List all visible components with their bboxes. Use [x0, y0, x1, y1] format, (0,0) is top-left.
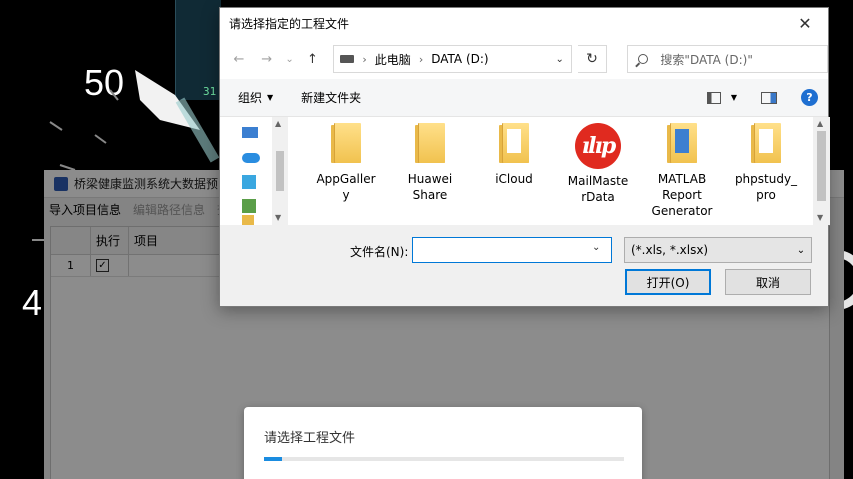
up-arrow-icon[interactable]: ↑ [302, 48, 324, 70]
mailmaster-logo-icon: ılıp [575, 123, 621, 169]
filename-label: 文件名(N): [350, 245, 409, 259]
dialog-footer: 文件名(N): ⌄ (*.xls, *.xlsx) ⌄ 打开(O) 取消 [220, 225, 830, 308]
cube-icon[interactable] [242, 175, 256, 189]
file-name: Huawei Share [407, 172, 453, 202]
folder-icon[interactable] [242, 215, 254, 225]
progress-fill [264, 457, 282, 461]
dialog-body: ▲ ▼ AppGallery Huawei Share iCloud ılıp … [220, 117, 830, 225]
list-item[interactable]: ılıp MailMasterData [556, 123, 640, 223]
caret-down-icon[interactable]: ▼ [731, 93, 737, 102]
help-icon[interactable]: ? [801, 89, 818, 106]
change-view-icon[interactable] [706, 91, 721, 104]
network-icon[interactable] [242, 199, 256, 213]
file-name: phpstudy_pro [734, 172, 798, 202]
drive-icon [340, 55, 355, 63]
recent-locations-chevron-icon[interactable]: ⌄ [284, 48, 296, 70]
dialog-toolbar: 组织 ▼ 新建文件夹 ▼ ? [220, 79, 828, 117]
file-name: MATLAB Report Generator [651, 172, 713, 218]
list-item[interactable]: MATLAB Report Generator [640, 123, 724, 223]
search-icon [638, 54, 649, 64]
new-folder-button[interactable]: 新建文件夹 [301, 89, 361, 106]
organize-label: 组织 [238, 91, 263, 105]
filetype-select[interactable]: (*.xls, *.xlsx) ⌄ [624, 237, 812, 263]
folder-icon [415, 123, 445, 163]
back-arrow-icon[interactable]: ← [228, 48, 250, 70]
breadcrumb-this-pc[interactable]: 此电脑 [375, 51, 411, 68]
navigation-bar: ← → ⌄ ↑ › 此电脑 › DATA (D:) ⌄ ↻ 搜索"DATA (D… [220, 39, 828, 79]
caret-down-icon: ▼ [267, 93, 274, 102]
scroll-up-icon[interactable]: ▲ [817, 119, 823, 128]
filetype-value: (*.xls, *.xlsx) [631, 243, 709, 257]
file-list: AppGallery Huawei Share iCloud ılıp Mail… [304, 123, 812, 223]
folder-icon [667, 123, 697, 163]
list-item[interactable]: AppGallery [304, 123, 388, 223]
breadcrumb-drive[interactable]: DATA (D:) [431, 52, 488, 66]
organize-button[interactable]: 组织 ▼ [238, 89, 273, 106]
dialog-titlebar[interactable]: 请选择指定的工程文件 ✕ [220, 8, 828, 39]
file-name: AppGallery [316, 172, 376, 202]
progress-label: 请选择工程文件 [264, 431, 356, 446]
view-controls: ▼ ? [706, 89, 828, 106]
chevron-right-icon: › [362, 52, 367, 66]
list-item[interactable]: Huawei Share [388, 123, 472, 223]
chevron-down-icon: ⌄ [796, 244, 806, 256]
scroll-thumb[interactable] [817, 131, 826, 201]
chevron-down-icon[interactable]: ⌄ [592, 242, 600, 253]
scroll-down-icon[interactable]: ▼ [817, 213, 823, 222]
address-bar[interactable]: › 此电脑 › DATA (D:) ⌄ [333, 45, 572, 73]
forward-arrow-icon[interactable]: → [256, 48, 278, 70]
refresh-icon[interactable]: ↻ [577, 45, 608, 73]
progress-dialog: 请选择工程文件 [244, 407, 642, 479]
navigation-scrollbar[interactable]: ▲ ▼ [272, 117, 288, 225]
list-item[interactable]: iCloud [472, 123, 556, 223]
filename-input[interactable] [412, 237, 612, 263]
computer-icon[interactable] [242, 127, 258, 138]
file-open-dialog: 请选择指定的工程文件 ✕ ← → ⌄ ↑ › 此电脑 › DATA (D:) ⌄… [219, 7, 830, 308]
navigation-pane: ▲ ▼ [220, 117, 288, 225]
cloud-icon[interactable] [242, 153, 260, 163]
search-placeholder: 搜索"DATA (D:)" [660, 52, 753, 67]
search-input[interactable]: 搜索"DATA (D:)" [627, 45, 828, 73]
file-name: MailMasterData [567, 174, 629, 204]
open-button[interactable]: 打开(O) [625, 269, 711, 295]
list-item[interactable]: phpstudy_pro [724, 123, 808, 223]
scroll-down-icon[interactable]: ▼ [275, 213, 281, 222]
scroll-up-icon[interactable]: ▲ [275, 119, 281, 128]
folder-icon [751, 123, 781, 163]
progress-bar [264, 457, 624, 461]
preview-pane-icon[interactable] [761, 91, 777, 104]
close-icon[interactable]: ✕ [782, 8, 828, 39]
dialog-title: 请选择指定的工程文件 [229, 17, 350, 31]
cancel-button[interactable]: 取消 [725, 269, 811, 295]
file-name: iCloud [495, 172, 533, 186]
folder-icon [499, 123, 529, 163]
chevron-down-icon[interactable]: ⌄ [549, 54, 571, 65]
scroll-thumb[interactable] [276, 151, 284, 191]
file-list-scrollbar[interactable]: ▲ ▼ [813, 117, 830, 225]
chevron-right-icon: › [418, 52, 424, 66]
folder-icon [331, 123, 361, 163]
